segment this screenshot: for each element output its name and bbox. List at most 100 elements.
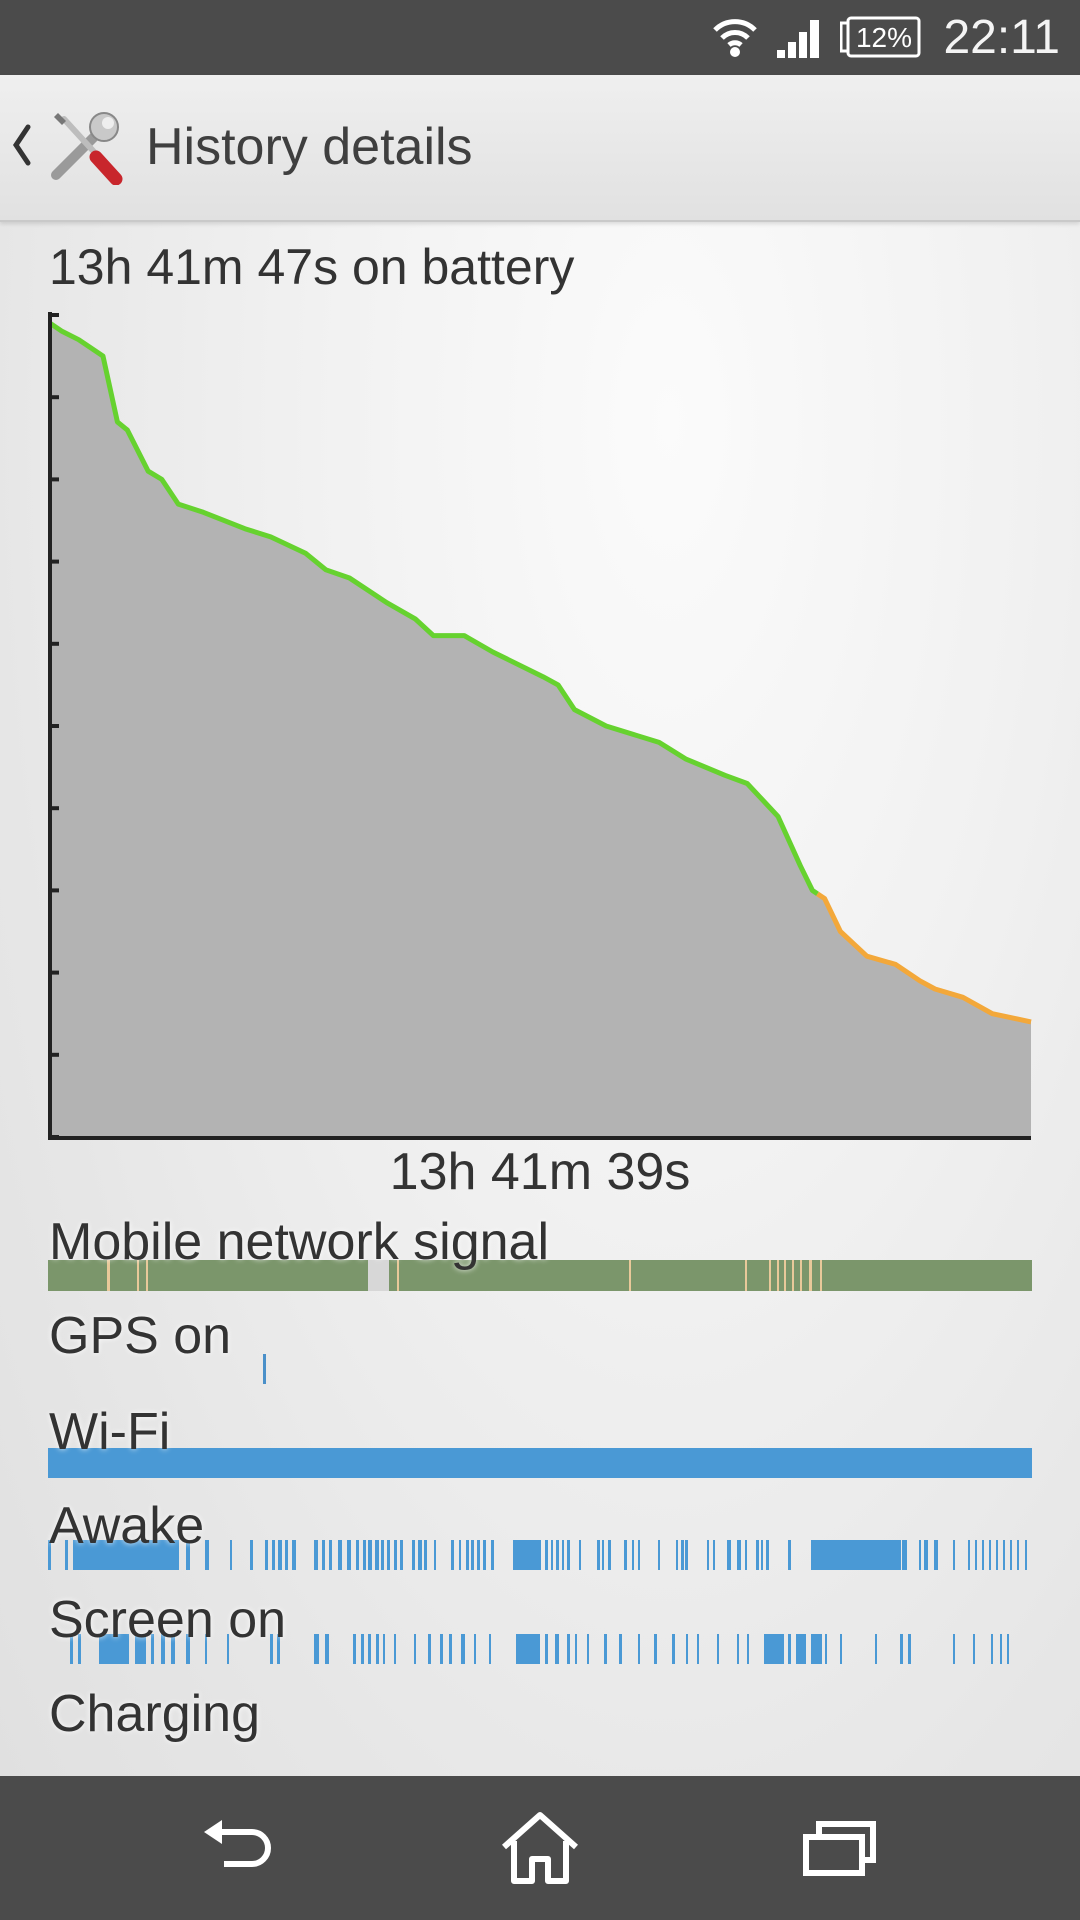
signal-gap <box>744 1260 747 1291</box>
timeline-span-screen <box>685 1634 688 1664</box>
timeline-span-screen <box>544 1634 548 1664</box>
row-label-gps: GPS on <box>49 1307 232 1365</box>
timeline-span-awake <box>579 1540 582 1570</box>
timeline-span-awake <box>362 1540 366 1570</box>
timeline-span-awake <box>417 1540 422 1570</box>
timeline-span-screen <box>360 1634 364 1664</box>
timeline-span-awake <box>675 1540 678 1570</box>
timeline-span-awake <box>766 1540 770 1570</box>
timeline-span-awake <box>953 1540 956 1570</box>
timeline-span-awake <box>387 1540 391 1570</box>
timeline-span-awake <box>1025 1540 1028 1570</box>
timeline-span-awake <box>988 1540 991 1570</box>
back-button[interactable] <box>140 1776 340 1920</box>
timeline-span-screen <box>414 1634 417 1664</box>
timeline-span-awake <box>918 1540 921 1570</box>
timeline-span-awake <box>631 1540 635 1570</box>
timeline-span-awake <box>761 1540 764 1570</box>
timeline-span-screen <box>908 1634 911 1664</box>
timeline-span-screen <box>554 1634 559 1664</box>
timeline-span-screen <box>990 1634 993 1664</box>
timeline-span-screen <box>618 1634 622 1664</box>
timeline-span-awake <box>347 1540 352 1570</box>
timeline-span-awake <box>561 1540 564 1570</box>
timeline-span-screen <box>764 1634 785 1664</box>
timeline-span-awake <box>321 1540 326 1570</box>
timeline-span-awake <box>1010 1540 1013 1570</box>
row-label-wifi: Wi-Fi <box>49 1403 171 1461</box>
timeline-span-awake <box>566 1540 570 1570</box>
home-button[interactable] <box>440 1776 640 1920</box>
timeline-span-awake <box>513 1540 541 1570</box>
timeline-span-awake <box>544 1540 548 1570</box>
timeline-span-awake <box>923 1540 928 1570</box>
timeline-span-awake <box>249 1540 253 1570</box>
battery-history-chart <box>48 312 1032 1140</box>
timeline-span-awake <box>433 1540 436 1570</box>
timeline-span-awake <box>412 1540 416 1570</box>
signal-gap <box>808 1260 812 1291</box>
timeline-span-awake <box>205 1540 210 1570</box>
timeline-span-awake <box>400 1540 404 1570</box>
timeline-span-awake <box>933 1540 938 1570</box>
timeline-track-wifi <box>48 1448 1032 1478</box>
battery-level-area <box>50 323 1031 1137</box>
timeline-span-awake <box>380 1540 384 1570</box>
timeline-span-awake <box>285 1540 289 1570</box>
timeline-span-screen <box>427 1634 431 1664</box>
timeline-span-awake <box>555 1540 559 1570</box>
timeline-span-awake <box>471 1540 475 1570</box>
timeline-span-screen <box>840 1634 843 1664</box>
timeline-span-screen <box>375 1634 379 1664</box>
navigation-bar <box>0 1776 1080 1920</box>
timeline-span-screen <box>671 1634 675 1664</box>
row-label-awake: Awake <box>49 1497 205 1555</box>
timeline-span-screen <box>382 1634 386 1664</box>
back-arrow-icon <box>204 1820 271 1867</box>
timeline-span-awake <box>459 1540 462 1570</box>
timeline-span-awake <box>713 1540 716 1570</box>
timeline-span-awake <box>787 1540 791 1570</box>
timeline-span-awake <box>338 1540 343 1570</box>
timeline-span-awake <box>1017 1540 1020 1570</box>
timeline-span-screen <box>717 1634 720 1664</box>
signal-gap <box>769 1260 772 1291</box>
timeline-span-awake <box>607 1540 611 1570</box>
timeline-span-screen <box>439 1634 443 1664</box>
row-label-screen: Screen on <box>49 1591 287 1649</box>
timeline-span-awake <box>680 1540 684 1570</box>
timeline-span-awake <box>451 1540 455 1570</box>
timeline-span-screen <box>488 1634 491 1664</box>
timeline-span-awake <box>744 1540 747 1570</box>
timeline-span-screen <box>953 1634 956 1664</box>
timeline-span-awake <box>601 1540 604 1570</box>
timeline-span-screen <box>587 1634 590 1664</box>
timeline-span-screen <box>367 1634 371 1664</box>
timeline-span-screen <box>603 1634 607 1664</box>
timeline-span-awake <box>684 1540 688 1570</box>
timeline-span-awake <box>423 1540 427 1570</box>
timeline-span-wifi <box>48 1448 1032 1478</box>
timeline-span-awake <box>904 1540 908 1570</box>
timeline-span-awake <box>623 1540 627 1570</box>
recent-apps-button[interactable] <box>740 1776 940 1920</box>
signal-gap <box>791 1260 794 1291</box>
timeline-span-awake <box>550 1540 553 1570</box>
timeline-span-awake <box>658 1540 661 1570</box>
timeline-span-awake <box>367 1540 372 1570</box>
row-label-charging: Charging <box>49 1685 261 1743</box>
timeline-span-awake <box>638 1540 641 1570</box>
timeline-span-screen <box>325 1634 330 1664</box>
timeline-span-screen <box>449 1634 453 1664</box>
row-label-signal: Mobile network signal <box>49 1213 550 1271</box>
timeline-span-awake <box>707 1540 710 1570</box>
timeline-span-awake <box>374 1540 379 1570</box>
timeline-span-awake <box>490 1540 494 1570</box>
timeline-span-screen <box>566 1634 570 1664</box>
timeline-span-awake <box>756 1540 760 1570</box>
timeline-span-awake <box>394 1540 398 1570</box>
timeline-span-awake <box>272 1540 276 1570</box>
signal-gap <box>777 1260 780 1291</box>
timeline-span-screen <box>516 1634 540 1664</box>
timeline-span-screen <box>999 1634 1002 1664</box>
